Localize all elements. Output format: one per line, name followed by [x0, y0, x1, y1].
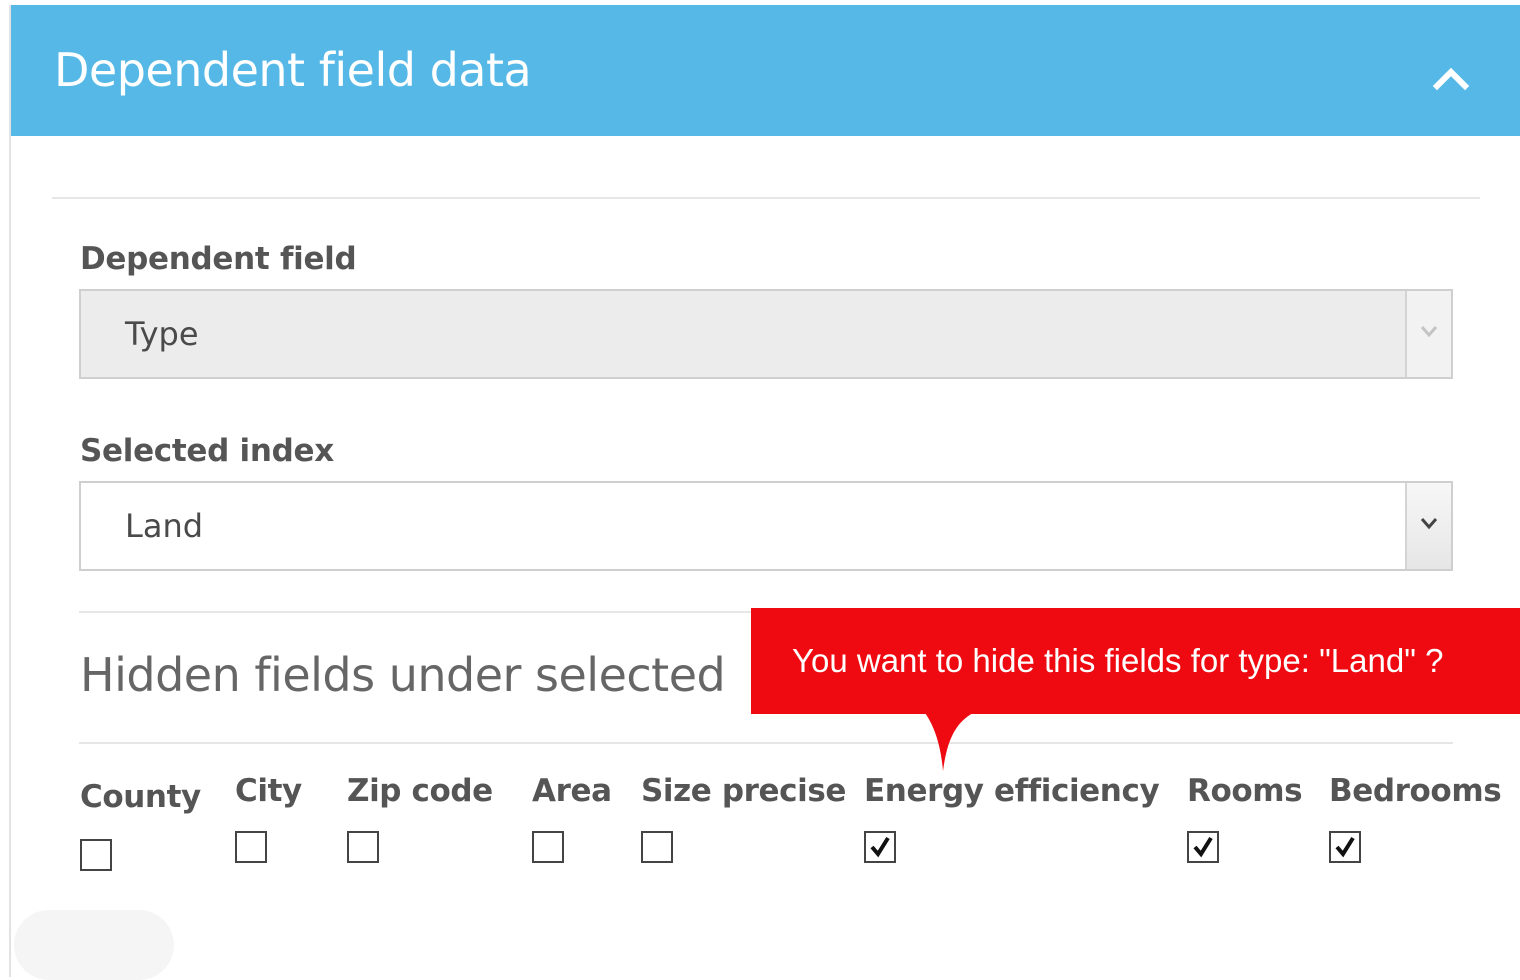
selected-index-label: Selected index: [80, 433, 334, 469]
checkbox-size-precise[interactable]: [641, 831, 673, 863]
tooltip-text: You want to hide this fields for type: "…: [792, 642, 1444, 679]
checkbox-zip-code[interactable]: [347, 831, 379, 863]
checkbox-rooms[interactable]: [1187, 831, 1219, 863]
divider: [79, 611, 759, 613]
field-label-county: County: [80, 779, 201, 815]
field-label-size-precise: Size precise: [641, 773, 846, 809]
field-label-bedrooms: Bedrooms: [1329, 773, 1502, 809]
divider: [52, 197, 1480, 199]
tooltip-pointer: [925, 713, 973, 771]
field-label-zip-code: Zip code: [347, 773, 493, 809]
checkbox-area[interactable]: [532, 831, 564, 863]
field-label-energy-efficiency: Energy efficiency: [864, 773, 1160, 809]
checkmark-icon: [870, 836, 890, 858]
checkbox-city[interactable]: [235, 831, 267, 863]
field-option-county: County: [80, 779, 201, 815]
chevron-up-icon[interactable]: [1431, 62, 1471, 92]
divider: [79, 742, 1453, 744]
chevron-down-icon: [1420, 518, 1438, 530]
confirmation-tooltip: You want to hide this fields for type: "…: [751, 608, 1520, 771]
dependent-field-panel: Dependent field data Dependent field Typ…: [9, 5, 1520, 977]
dropdown-arrow: [1405, 291, 1451, 377]
field-label-rooms: Rooms: [1187, 773, 1303, 809]
selected-index-select[interactable]: Land: [79, 481, 1453, 571]
field-option-bedrooms: Bedrooms: [1329, 773, 1502, 809]
background-smudge: [14, 910, 174, 980]
dependent-field-select: Type: [79, 289, 1453, 379]
field-option-rooms: Rooms: [1187, 773, 1303, 809]
hidden-fields-heading: Hidden fields under selected: [80, 648, 726, 702]
checkmark-icon: [1193, 836, 1213, 858]
field-option-area: Area: [532, 773, 612, 809]
checkbox-energy-efficiency[interactable]: [864, 831, 896, 863]
selected-index-value: Land: [125, 507, 204, 545]
checkmark-icon: [1335, 836, 1355, 858]
field-label-area: Area: [532, 773, 612, 809]
dependent-field-label: Dependent field: [80, 241, 357, 277]
panel-header[interactable]: Dependent field data: [11, 5, 1520, 136]
field-label-city: City: [235, 773, 302, 809]
checkbox-bedrooms[interactable]: [1329, 831, 1361, 863]
field-option-zip-code: Zip code: [347, 773, 493, 809]
field-option-size-precise: Size precise: [641, 773, 846, 809]
panel-title: Dependent field data: [54, 43, 532, 97]
chevron-down-icon: [1420, 326, 1438, 338]
checkbox-county[interactable]: [80, 839, 112, 871]
field-option-energy-efficiency: Energy efficiency: [864, 773, 1160, 809]
dropdown-arrow[interactable]: [1405, 483, 1451, 569]
dependent-field-value: Type: [125, 315, 199, 353]
field-option-city: City: [235, 773, 302, 809]
